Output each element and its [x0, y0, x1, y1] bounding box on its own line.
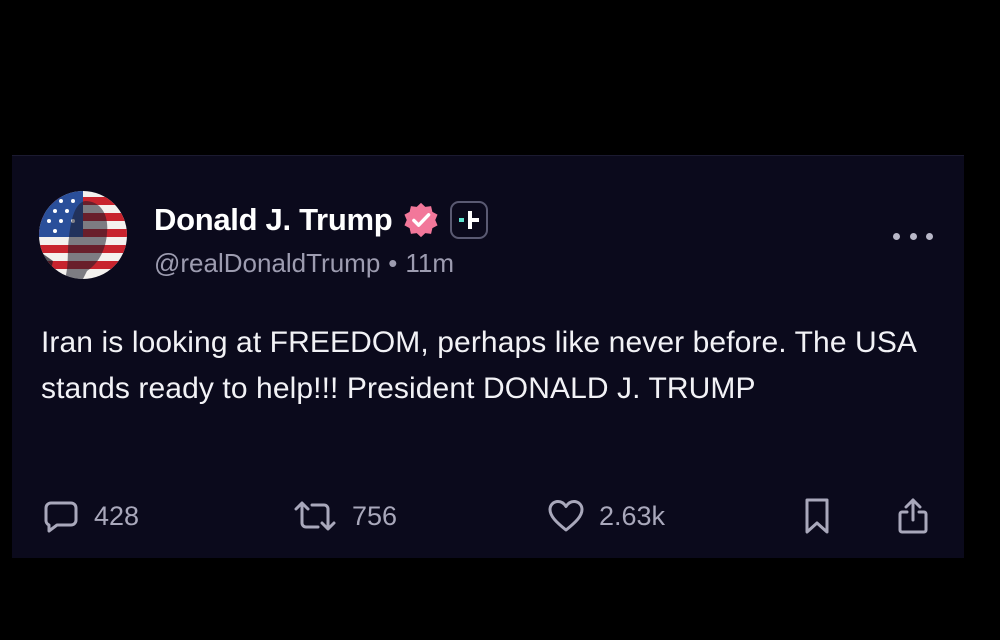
more-dot-icon	[926, 232, 933, 240]
avatar[interactable]	[39, 191, 127, 279]
more-dot-icon	[893, 232, 900, 240]
bookmark-icon	[805, 498, 829, 534]
share-icon	[898, 498, 928, 534]
display-name[interactable]: Donald J. Trump	[154, 202, 393, 238]
post-text: Iran is looking at FREEDOM, perhaps like…	[41, 326, 916, 405]
like-count: 2.63k	[599, 500, 666, 531]
like-button[interactable]: 2.63k	[547, 496, 665, 536]
reply-button[interactable]: 428	[42, 496, 139, 536]
reply-count: 428	[94, 500, 140, 531]
post-card[interactable]: Donald J. Trump @realDonaldTrump • 11m Ira…	[12, 155, 964, 558]
retruth-count: 756	[352, 500, 398, 531]
retruth-button[interactable]: 756	[292, 496, 397, 536]
more-dot-icon	[909, 232, 917, 240]
author-meta: @realDonaldTrump • 11m	[154, 248, 454, 279]
retruth-icon	[294, 501, 336, 531]
meta-separator: •	[388, 248, 398, 278]
verified-badge-icon	[404, 202, 438, 238]
share-button[interactable]	[896, 496, 930, 536]
truth-plus-icon	[450, 201, 489, 239]
post-timestamp[interactable]: 11m	[405, 248, 454, 278]
heart-icon	[548, 500, 584, 532]
reply-icon	[44, 501, 78, 533]
author-handle[interactable]: @realDonaldTrump	[154, 248, 380, 278]
avatar-flag-portrait-image	[39, 191, 127, 279]
more-options-button[interactable]	[893, 224, 933, 248]
bookmark-button[interactable]	[802, 496, 832, 536]
